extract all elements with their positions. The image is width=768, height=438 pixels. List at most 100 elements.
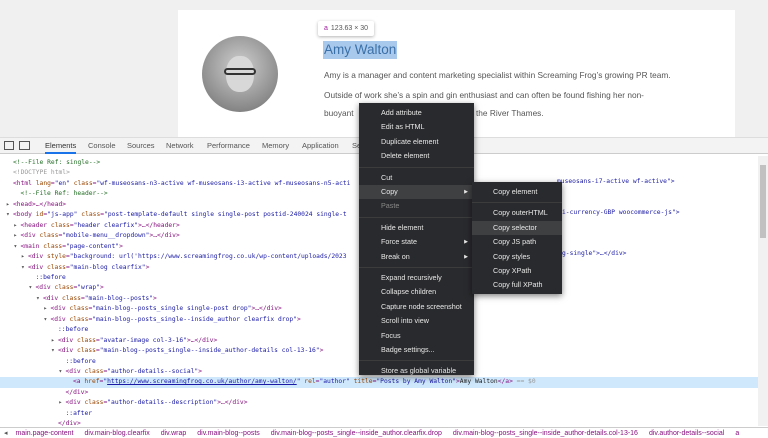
expanded-triangle-icon[interactable]: ▾: [36, 294, 43, 304]
breadcrumb-item[interactable]: div.wrap: [161, 430, 187, 437]
dom-node-line[interactable]: </div>: [0, 388, 758, 398]
expanded-triangle-icon[interactable]: ▾: [6, 210, 13, 220]
tab-network[interactable]: Network: [166, 138, 194, 154]
menu-item-copy[interactable]: Copy ▶: [359, 185, 474, 200]
expanded-triangle-icon[interactable]: ▾: [21, 263, 28, 273]
menu-separator: [359, 267, 474, 268]
dom-node-line[interactable]: <a href="https://www.screamingfrog.co.uk…: [0, 377, 758, 388]
menu-separator: [359, 360, 474, 362]
submenu-item-copy-selector[interactable]: Copy selector: [472, 220, 562, 236]
tab-memory[interactable]: Memory: [262, 138, 289, 154]
menu-item-delete-element[interactable]: Delete element: [359, 149, 474, 163]
dom-node-text: <div style="background: url('https://www…: [28, 253, 347, 261]
breadcrumb-item[interactable]: div.main-blog--posts_single--inside_auth…: [271, 430, 442, 437]
dom-node-text: <header class="header clearfix">…</heade…: [20, 221, 180, 229]
expanded-triangle-icon[interactable]: ▾: [29, 283, 36, 293]
menu-item-paste[interactable]: Paste: [359, 199, 474, 213]
dom-node-text: ::before: [65, 357, 96, 365]
expanded-triangle-icon[interactable]: ▾: [59, 367, 66, 377]
breadcrumb-item[interactable]: div.author-details--social: [649, 430, 724, 437]
menu-item-expand-recursively[interactable]: Expand recursively: [359, 271, 474, 285]
menu-item-capture-node-screenshot[interactable]: Capture node screenshot: [359, 300, 474, 314]
collapsed-triangle-icon[interactable]: ▸: [44, 304, 51, 314]
dom-node-text: <!--File Ref: header-->: [20, 190, 108, 198]
menu-separator: [359, 216, 474, 218]
tab-elements[interactable]: Elements: [45, 138, 77, 154]
code-fragment: museosans-i7-active wf-active">: [557, 178, 675, 185]
submenu-item-copy-styles[interactable]: Copy styles: [472, 250, 562, 264]
dom-node-text: <div class="author-details--description"…: [65, 399, 248, 407]
author-bio-line: buoyant: [324, 108, 354, 118]
submenu-item-copy-js-path[interactable]: Copy JS path: [472, 235, 562, 249]
breadcrumb-item[interactable]: div.main-blog--posts: [197, 430, 260, 437]
dom-node-text: <div class="wrap">: [35, 284, 104, 292]
author-avatar: [202, 36, 278, 112]
menu-item-cut[interactable]: Cut: [359, 171, 474, 185]
breadcrumb-item[interactable]: div.main-blog.clearfix: [85, 430, 150, 437]
author-name-link[interactable]: Amy Walton: [323, 41, 398, 59]
inspect-element-icon[interactable]: [4, 141, 14, 150]
menu-item-scroll-into-view[interactable]: Scroll into view: [359, 314, 474, 328]
collapsed-triangle-icon[interactable]: ▸: [14, 231, 21, 241]
menu-item-hide-element[interactable]: Hide element: [359, 221, 474, 235]
element-size-tooltip: a 123.63 × 30: [318, 21, 375, 36]
dom-node-text: <div class="main-blog--posts">: [43, 294, 157, 302]
scroll-left-icon[interactable]: ◂: [4, 430, 8, 437]
dom-node-text: <div class="avatar-image col-3-16">…</di…: [58, 336, 218, 344]
menu-item-store-as-global-variable[interactable]: Store as global variable: [359, 364, 474, 378]
author-bio-line: Amy is a manager and content marketing s…: [324, 70, 671, 80]
menu-separator: [359, 166, 474, 168]
menu-item-duplicate-element[interactable]: Duplicate element: [359, 135, 474, 149]
dom-node-text: <html lang="en" class="wf-museosans-n3-a…: [13, 179, 351, 187]
dom-node-text: <div class="mobile-menu__dropdown">…</di…: [20, 232, 180, 240]
collapsed-triangle-icon[interactable]: ▸: [14, 221, 21, 231]
tab-performance[interactable]: Performance: [207, 138, 250, 154]
dom-node-text: <head>…</head>: [13, 200, 67, 208]
submenu-arrow-icon: ▶: [464, 239, 468, 246]
dom-node-text: <div class="main-blog--posts_single sing…: [50, 305, 282, 313]
expanded-triangle-icon[interactable]: ▾: [14, 242, 21, 252]
menu-item-break-on[interactable]: Break on ▶: [359, 250, 474, 264]
collapsed-triangle-icon[interactable]: ▸: [51, 336, 58, 346]
tab-sources[interactable]: Sources: [127, 138, 155, 154]
dom-node-text: ::after: [65, 409, 93, 417]
dom-node-text: <!--File Ref: single-->: [13, 159, 101, 166]
menu-item-focus[interactable]: Focus: [359, 329, 474, 343]
menu-item-badge-settings[interactable]: Badge settings...: [359, 343, 474, 357]
expanded-triangle-icon[interactable]: ▾: [44, 315, 51, 325]
collapsed-triangle-icon[interactable]: ▸: [21, 252, 28, 262]
menu-separator: [472, 202, 562, 204]
author-bio-line: the River Thames.: [476, 108, 544, 118]
tab-console[interactable]: Console: [88, 138, 116, 154]
dom-node-line[interactable]: ▸ <div class="author-details--description…: [0, 398, 758, 408]
code-fragment: g-single">…</div>: [562, 250, 627, 257]
code-fragment: i-currency-GBP woocommerce-js">: [562, 209, 680, 216]
dom-node-text: ::before: [35, 273, 66, 281]
dom-node-text: <!DOCTYPE html>: [13, 169, 70, 177]
dom-node-text: <a href="https://www.screamingfrog.co.uk…: [73, 378, 536, 386]
submenu-item-copy-xpath[interactable]: Copy XPath: [472, 264, 562, 278]
menu-item-add-attribute[interactable]: Add attribute: [359, 106, 474, 120]
submenu-item-copy-element[interactable]: Copy element: [472, 185, 562, 199]
dom-node-line[interactable]: ::after: [0, 409, 758, 419]
tab-application[interactable]: Application: [302, 138, 339, 154]
dom-node-text: <main class="page-content">: [20, 242, 123, 250]
device-toolbar-icon[interactable]: [19, 141, 30, 150]
dom-node-text: <body id="js-app" class="post-template-d…: [13, 211, 347, 219]
collapsed-triangle-icon[interactable]: ▸: [59, 398, 66, 408]
expanded-triangle-icon[interactable]: ▾: [51, 346, 58, 356]
submenu-arrow-icon: ▶: [464, 253, 468, 260]
breadcrumb-item[interactable]: main.page-content: [16, 430, 74, 437]
author-bio-line: Outside of work she’s a spin and gin ent…: [324, 90, 644, 100]
collapsed-triangle-icon[interactable]: ▸: [6, 200, 13, 210]
breadcrumb-item[interactable]: div.main-blog--posts_single--inside_auth…: [453, 430, 638, 437]
submenu-item-copy-outerhtml[interactable]: Copy outerHTML: [472, 206, 562, 220]
menu-item-collapse-children[interactable]: Collapse children: [359, 285, 474, 299]
scrollbar-thumb[interactable]: [760, 165, 766, 238]
menu-item-force-state[interactable]: Force state ▶: [359, 235, 474, 249]
submenu-item-copy-full-xpath[interactable]: Copy full XPath: [472, 278, 562, 292]
breadcrumb-item[interactable]: a: [735, 430, 739, 437]
submenu-arrow-icon: ▶: [464, 189, 468, 195]
breadcrumb: ◂ main.page-content div.main-blog.clearfix…: [0, 427, 768, 438]
menu-item-edit-as-html[interactable]: Edit as HTML: [359, 120, 474, 134]
